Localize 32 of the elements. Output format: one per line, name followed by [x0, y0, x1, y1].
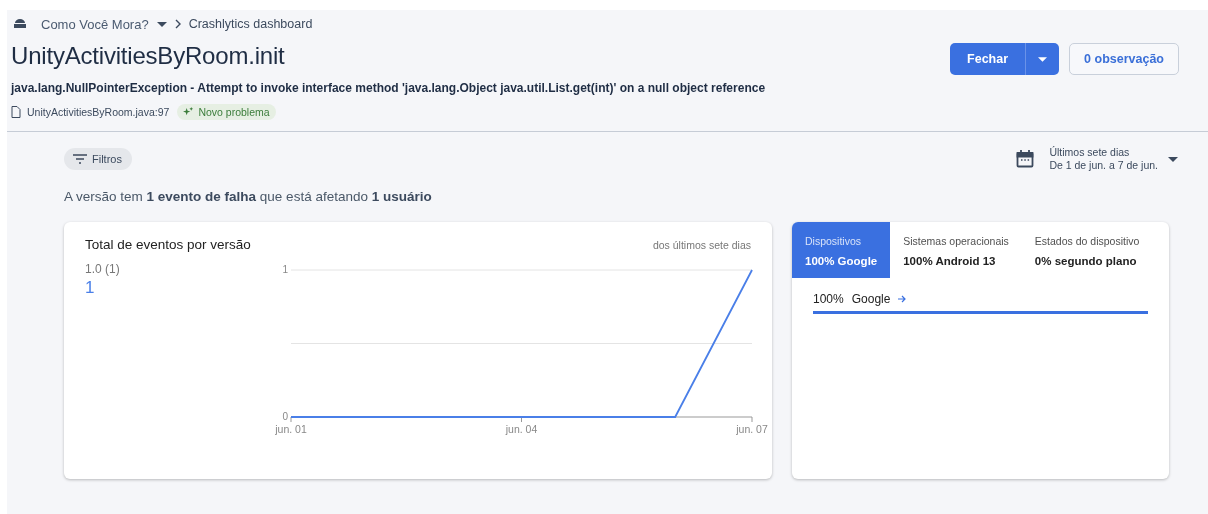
filter-icon: [73, 154, 87, 164]
y-tick-label: 1: [282, 264, 288, 275]
exception-message: java.lang.NullPointerException - Attempt to invoke interface method 'java.lang.Object java.util.List.get(int)' on a null object reference: [11, 81, 767, 95]
project-selector[interactable]: Como Você Mora?: [41, 16, 167, 32]
caret-icon: [1038, 56, 1048, 62]
breakdown-tab[interactable]: Estados do dispositivo 0% segundo plano: [1021, 222, 1140, 278]
x-tick-label: jun. 07: [736, 423, 768, 435]
file-link[interactable]: UnityActivitiesByRoom.java:97: [27, 106, 170, 118]
chevron-right-icon: [174, 19, 181, 29]
filters-button[interactable]: Filtros: [64, 148, 132, 170]
event-count: 1: [85, 278, 96, 298]
breakdown-tab[interactable]: Dispositivos 100% Google: [792, 222, 891, 278]
breakdown-tab[interactable]: Sistemas operacionais 100% Android 13: [890, 222, 1022, 278]
version-label: 1.0 (1): [85, 262, 120, 276]
file-icon: [11, 106, 21, 118]
calendar-icon: [1016, 150, 1035, 168]
card-title: Total de eventos por versão: [85, 237, 251, 252]
arrow-right-icon: [898, 295, 907, 303]
breadcrumb-link[interactable]: Crashlytics dashboard: [188, 17, 313, 31]
notes-button[interactable]: 0 observação: [1069, 43, 1179, 75]
percent-label: 100%: [813, 292, 844, 306]
new-issue-badge: Novo problema: [177, 104, 276, 120]
summary-text: A versão tem 1 evento de falha que está afetando 1 usuário: [64, 189, 433, 204]
device-link[interactable]: Google: [851, 292, 891, 306]
y-tick-label: 0: [282, 411, 288, 422]
x-tick-label: jun. 04: [505, 423, 538, 435]
caret-icon: [1168, 156, 1178, 162]
period-label: dos últimos sete dias: [652, 238, 751, 251]
caret-icon: [156, 21, 167, 27]
x-tick-label: jun. 01: [275, 423, 307, 435]
issue-title: UnityActivitiesByRoom.init: [11, 42, 285, 70]
date-range-selector[interactable]: Últimos sete dias De 1 de jun. a 7 de jun.: [1049, 146, 1178, 172]
